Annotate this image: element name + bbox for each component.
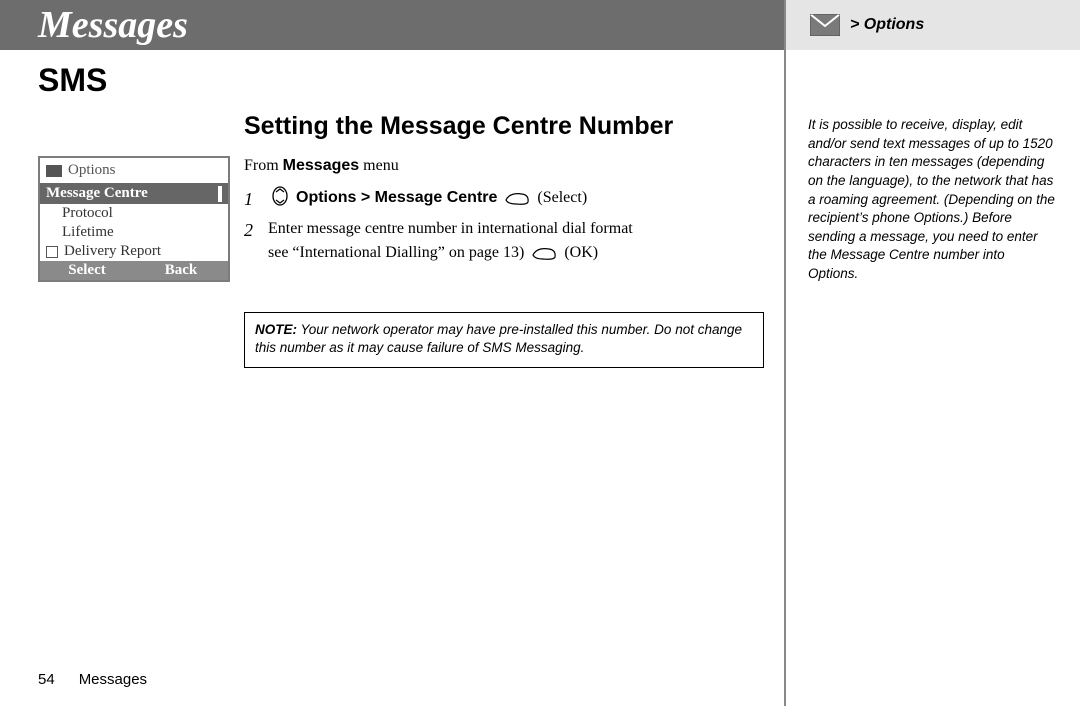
path-text: Options > Message Centre [296, 189, 497, 206]
sidebar-header: > Options [786, 0, 1080, 50]
phone-screenshot: Options Message Centre Protocol Lifetime… [38, 156, 230, 282]
from-line: From Messages menu [244, 154, 764, 178]
text: menu [359, 157, 399, 174]
nav-key-icon [271, 186, 289, 206]
sidebar-note: It is possible to receive, display, edit… [786, 50, 1080, 284]
step-subline: see “International Dialling” on page 13)… [268, 241, 633, 265]
instruction-block: From Messages menu 1 Options > Message C… [244, 154, 764, 269]
checkbox-icon [46, 246, 58, 258]
phone-softkeys: Select Back [40, 261, 228, 280]
note-box: NOTE: Your network operator may have pre… [244, 312, 764, 368]
phone-item: Protocol [40, 204, 228, 223]
section-label-sms: SMS [38, 62, 107, 99]
text-bold: Messages [283, 157, 360, 174]
sidebar-crumb: > Options [850, 16, 924, 34]
step-row: 1 Options > Message Centre (Select) [244, 186, 764, 213]
phone-item-checkbox: Delivery Report [40, 242, 228, 261]
step-row: 2 Enter message centre number in interna… [244, 217, 764, 265]
envelope-icon [810, 14, 840, 36]
menu-marker-icon [46, 165, 62, 177]
phone-title: Options [68, 162, 116, 179]
phone-item: Lifetime [40, 223, 228, 242]
sidebar: > Options It is possible to receive, dis… [786, 0, 1080, 706]
phone-selected-label: Message Centre [46, 185, 148, 202]
section-heading: Setting the Message Centre Number [244, 112, 673, 141]
text: From [244, 157, 283, 174]
footer-label: Messages [79, 671, 147, 688]
phone-item-selected: Message Centre [40, 183, 228, 204]
chapter-title: Messages [38, 3, 188, 47]
phone-softkey-left: Select [40, 261, 134, 280]
phone-item-label: Delivery Report [64, 243, 161, 260]
text: (Select) [537, 189, 587, 206]
step-number: 2 [244, 217, 258, 265]
note-label: NOTE: [255, 322, 297, 337]
page-footer: 54 Messages [38, 671, 147, 688]
text: (OK) [564, 244, 598, 261]
scrollbar-thumb-icon [218, 186, 222, 202]
text: Enter message centre number in internati… [268, 217, 633, 241]
chapter-title-bar: Messages [0, 0, 784, 50]
note-text: Your network operator may have pre-insta… [255, 322, 742, 355]
step-number: 1 [244, 186, 258, 213]
phone-titlebar: Options [40, 158, 228, 183]
page-number: 54 [38, 671, 55, 688]
step-text: Options > Message Centre (Select) [268, 186, 587, 213]
softkey-icon [504, 190, 530, 206]
step-text: Enter message centre number in internati… [268, 217, 633, 265]
text: see “International Dialling” on page 13) [268, 244, 528, 261]
softkey-icon [531, 245, 557, 261]
phone-softkey-right: Back [134, 261, 228, 280]
